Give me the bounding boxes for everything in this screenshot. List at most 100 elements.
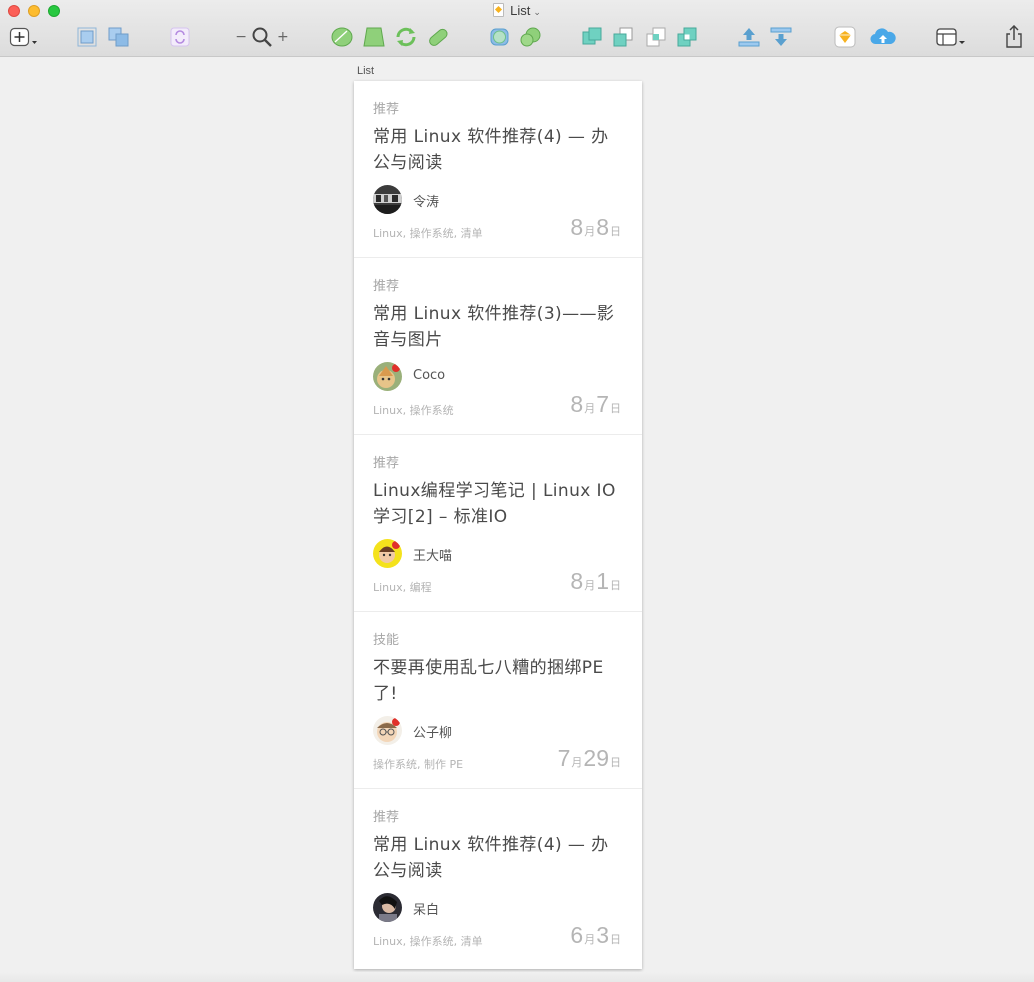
- date-day-unit: 日: [610, 934, 621, 946]
- intersect-button[interactable]: [645, 26, 667, 48]
- mask-button[interactable]: [488, 26, 512, 48]
- union-icon: [582, 27, 602, 45]
- rotate-icon: [396, 27, 416, 47]
- author-avatar[interactable]: [373, 716, 402, 745]
- date-day-unit: 日: [610, 757, 621, 769]
- author-name[interactable]: 令涛: [413, 191, 439, 210]
- author-name[interactable]: 公子柳: [413, 722, 452, 741]
- date-month: 8: [570, 214, 584, 240]
- date-day: 1: [596, 568, 609, 594]
- avatar-dark-photo-2-icon: [373, 893, 402, 922]
- flatten-button[interactable]: [425, 26, 451, 48]
- article-card[interactable]: 推荐 常用 Linux 软件推荐(4) — 办公与阅读 令涛 Linux, 操作…: [354, 81, 642, 258]
- article-tag: 推荐: [373, 810, 400, 825]
- author-avatar[interactable]: [373, 539, 402, 568]
- article-card[interactable]: 推荐 常用 Linux 软件推荐(4) — 办公与阅读 呆白 Linux, 操作…: [354, 789, 642, 966]
- avatar-cartoon-green-icon: [373, 362, 402, 391]
- author-name[interactable]: 王大喵: [413, 545, 452, 564]
- zoom-in-button[interactable]: +: [277, 29, 289, 45]
- window-title-text: List: [510, 3, 531, 18]
- article-tag: 推荐: [373, 102, 400, 117]
- transform-icon: [363, 27, 385, 47]
- date-month-unit: 月: [584, 934, 596, 946]
- sketch-mirror-icon: [834, 26, 856, 48]
- date-day: 8: [596, 214, 609, 240]
- article-card[interactable]: 推荐 Linux编程学习笔记 | Linux IO学习[2] – 标准IO 王大…: [354, 435, 642, 612]
- forward-button[interactable]: [737, 26, 761, 48]
- article-categories: Linux, 操作系统, 清单: [373, 935, 483, 948]
- send-backward-icon: [770, 27, 792, 46]
- date-day: 29: [583, 745, 609, 771]
- mirror-button[interactable]: [833, 26, 857, 48]
- artboard-list[interactable]: 推荐 常用 Linux 软件推荐(4) — 办公与阅读 令涛 Linux, 操作…: [354, 81, 642, 969]
- export-button[interactable]: [1003, 25, 1025, 48]
- view-button[interactable]: [935, 26, 967, 48]
- article-title[interactable]: 常用 Linux 软件推荐(4) — 办公与阅读: [373, 124, 625, 176]
- date-day: 7: [596, 391, 609, 417]
- difference-button[interactable]: [676, 26, 698, 48]
- article-date: 6月3日: [570, 922, 622, 949]
- cloud-upload-icon: [870, 28, 896, 45]
- canvas-bottom-edge: [0, 972, 1034, 982]
- author-name[interactable]: Coco: [413, 368, 445, 383]
- author-avatar[interactable]: [373, 893, 402, 922]
- zoom-out-button[interactable]: −: [235, 29, 247, 45]
- date-month: 7: [557, 745, 571, 771]
- rotate-button[interactable]: [393, 26, 419, 48]
- bring-forward-icon: [738, 28, 760, 47]
- artboard-label[interactable]: List: [357, 65, 374, 77]
- article-categories: Linux, 操作系统: [373, 404, 454, 417]
- window-titlebar: List ⌄ − +: [0, 0, 1034, 57]
- edit-button[interactable]: [330, 26, 354, 48]
- article-title[interactable]: Linux编程学习笔记 | Linux IO学习[2] – 标准IO: [373, 478, 625, 530]
- date-month: 6: [570, 922, 584, 948]
- flatten-icon: [429, 28, 448, 46]
- plus-dropdown-icon: [9, 27, 37, 47]
- date-month: 8: [570, 568, 584, 594]
- avatar-dark-photo-icon: [373, 185, 402, 214]
- article-tag: 技能: [373, 633, 400, 648]
- article-date: 8月8日: [570, 214, 622, 241]
- date-month-unit: 月: [584, 226, 596, 238]
- article-tag: 推荐: [373, 279, 400, 294]
- share-export-icon: [1006, 25, 1022, 48]
- date-day-unit: 日: [610, 580, 621, 592]
- author-avatar[interactable]: [373, 185, 402, 214]
- insert-button[interactable]: [8, 26, 40, 48]
- group-icon: [77, 27, 97, 47]
- magnifier-icon: [252, 27, 272, 47]
- article-title[interactable]: 常用 Linux 软件推荐(3)——影音与图片: [373, 301, 625, 353]
- transform-button[interactable]: [362, 26, 386, 48]
- zoom-control[interactable]: − +: [232, 26, 292, 48]
- article-title[interactable]: 不要再使用乱七八糟的捆绑PE了!: [373, 655, 625, 707]
- avatar-cartoon-yellow-icon: [373, 539, 402, 568]
- date-month: 8: [570, 391, 584, 417]
- view-layout-icon: [936, 28, 965, 46]
- group-button[interactable]: [76, 26, 98, 48]
- author-name[interactable]: 呆白: [413, 899, 439, 918]
- author-avatar[interactable]: [373, 362, 402, 391]
- article-date: 8月7日: [570, 391, 622, 418]
- article-title[interactable]: 常用 Linux 软件推荐(4) — 办公与阅读: [373, 832, 625, 884]
- backward-button[interactable]: [769, 26, 793, 48]
- date-month-unit: 月: [584, 580, 596, 592]
- create-symbol-button[interactable]: [169, 26, 191, 48]
- intersect-icon: [646, 27, 666, 47]
- article-card[interactable]: 推荐 常用 Linux 软件推荐(3)——影音与图片 Coco Linux, 操…: [354, 258, 642, 435]
- sketch-document-icon: [493, 3, 505, 17]
- cloud-button[interactable]: [869, 26, 897, 48]
- article-card[interactable]: 技能 不要再使用乱七八糟的捆绑PE了! 公子柳 操作系统, 制作 PE 7月29…: [354, 612, 642, 789]
- article-categories: Linux, 编程: [373, 581, 432, 594]
- window-title[interactable]: List ⌄: [0, 3, 1034, 18]
- article-categories: 操作系统, 制作 PE: [373, 758, 464, 771]
- article-tag: 推荐: [373, 456, 400, 471]
- ungroup-button[interactable]: [107, 26, 131, 48]
- scale-button[interactable]: [519, 26, 543, 48]
- symbol-icon: [170, 27, 190, 47]
- avatar-cartoon-glasses-icon: [373, 716, 402, 745]
- subtract-button[interactable]: [612, 26, 634, 48]
- ungroup-icon: [108, 27, 129, 47]
- article-categories: Linux, 操作系统, 清单: [373, 227, 483, 240]
- union-button[interactable]: [581, 26, 603, 48]
- date-day-unit: 日: [610, 403, 621, 415]
